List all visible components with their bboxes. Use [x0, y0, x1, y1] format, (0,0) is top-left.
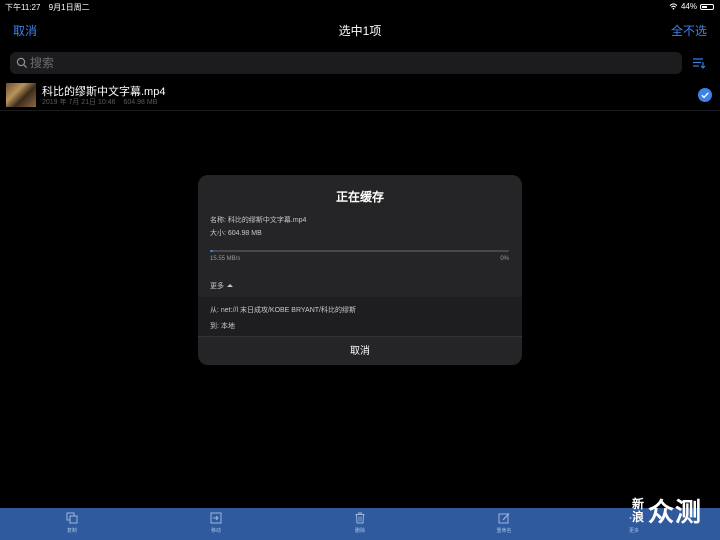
video-thumbnail — [6, 83, 36, 107]
more-toggle[interactable]: 更多 — [210, 281, 233, 291]
move-icon — [210, 512, 222, 524]
progress-fill — [210, 250, 213, 252]
dialog-file-size: 大小: 604.98 MB — [210, 230, 262, 237]
page-title: 选中1项 — [338, 24, 382, 38]
navbar: 取消 选中1项 全不选 — [0, 12, 720, 46]
file-size: 604.98 MB — [123, 99, 158, 106]
status-time: 下午11:27 — [5, 3, 41, 12]
dialog-details: 从: net://l 末日成攻/KOBE BRYANT/科比的缪斯 到: 本地 — [198, 297, 522, 336]
more-toggle-label: 更多 — [210, 283, 224, 290]
copy-button[interactable]: 复制 — [52, 512, 92, 534]
edit-icon — [498, 513, 510, 524]
source-path: 从: net://l 末日成攻/KOBE BRYANT/科比的缪斯 — [210, 307, 356, 314]
watermark-logo: 新 浪 众测 — [632, 492, 702, 529]
dialog-cancel-button[interactable]: 取消 — [198, 336, 522, 365]
watermark-char-2: 浪 — [632, 509, 645, 524]
copy-icon — [66, 512, 78, 524]
status-date: 9月1日周二 — [48, 3, 90, 12]
copy-label: 复制 — [66, 528, 77, 534]
battery-percent: 44% — [680, 2, 697, 11]
selected-check-icon[interactable] — [698, 88, 712, 102]
move-button[interactable]: 移动 — [196, 512, 236, 534]
rename-label: 重命名 — [496, 528, 512, 534]
trash-icon — [355, 512, 365, 524]
status-bar: 下午11:27 9月1日周二 44% — [0, 0, 720, 12]
deselect-all-button[interactable]: 全不选 — [671, 22, 707, 39]
watermark-prefix: 新 浪 — [632, 496, 645, 524]
bottom-toolbar: 复制 移动 删除 重命名 更多 — [0, 508, 720, 540]
file-meta: 2019 年 7月 21日 10:46 604.98 MB — [42, 97, 157, 107]
search-input[interactable] — [30, 52, 630, 74]
delete-button[interactable]: 删除 — [340, 512, 380, 534]
search-icon — [16, 57, 28, 69]
dialog-file-name: 名称: 科比的缪斯中文字幕.mp4 — [210, 217, 307, 224]
chevron-up-icon — [227, 284, 233, 287]
progress-percent: 0% — [500, 256, 509, 262]
caching-dialog: 正在缓存 名称: 科比的缪斯中文字幕.mp4 大小: 604.98 MB 15.… — [198, 175, 522, 365]
delete-label: 删除 — [354, 528, 365, 534]
file-date: 2019 年 7月 21日 10:46 — [42, 99, 116, 106]
move-label: 移动 — [210, 528, 221, 534]
dialog-title: 正在缓存 — [335, 190, 384, 204]
file-list-item[interactable]: 科比的缪斯中文字幕.mp4 2019 年 7月 21日 10:46 604.98… — [0, 80, 720, 111]
wifi-icon — [669, 3, 678, 10]
rename-button[interactable]: 重命名 — [484, 512, 524, 534]
progress-bar — [210, 250, 509, 252]
watermark-brand: 众测 — [648, 497, 703, 527]
battery-icon — [700, 3, 714, 10]
destination-path: 到: 本地 — [210, 323, 235, 330]
status-right: 44% — [669, 2, 714, 11]
sort-icon[interactable] — [692, 56, 706, 70]
search-bar — [10, 52, 682, 74]
watermark-char-1: 新 — [632, 496, 645, 511]
download-speed: 15.55 MB/s — [210, 256, 241, 262]
